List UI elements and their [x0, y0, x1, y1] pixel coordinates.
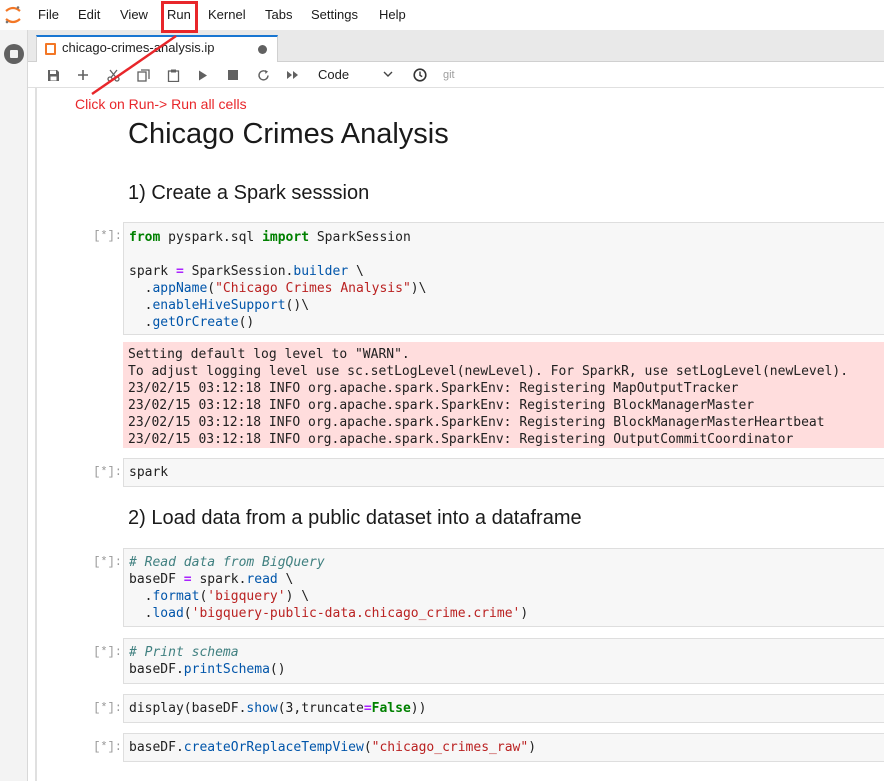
output-line: 23/02/15 03:12:18 INFO org.apache.spark.…: [128, 415, 825, 430]
paste-icon[interactable]: [164, 66, 182, 84]
cell-prompt: [*]:: [93, 555, 122, 569]
cut-icon[interactable]: [104, 66, 122, 84]
annotation-text: Click on Run-> Run all cells: [75, 96, 247, 112]
code-line: baseDF = spark.read \: [129, 572, 294, 587]
code-line: .format('bigquery') \: [129, 589, 310, 604]
git-label: git: [443, 69, 455, 81]
running-kernels-icon[interactable]: [4, 44, 24, 64]
code-line: baseDF.createOrReplaceTempView("chicago_…: [129, 740, 537, 755]
code-cell-5[interactable]: display(baseDF.show(3,truncate=False)): [123, 694, 884, 723]
chevron-down-icon[interactable]: [383, 65, 393, 85]
run-menu-highlight: [161, 1, 198, 33]
output-line: 23/02/15 03:12:18 INFO org.apache.spark.…: [128, 398, 755, 413]
restart-kernel-icon[interactable]: [254, 66, 272, 84]
run-cell-icon[interactable]: [194, 66, 212, 84]
code-cell-4[interactable]: # Print schema baseDF.printSchema(): [123, 638, 884, 684]
code-line: from pyspark.sql import SparkSession: [129, 230, 411, 245]
copy-icon[interactable]: [134, 66, 152, 84]
menu-edit[interactable]: Edit: [78, 0, 100, 30]
tab-bar: chicago-crimes-analysis.ip: [28, 30, 884, 62]
cell-prompt: [*]:: [93, 740, 122, 754]
code-comment: # Print schema: [129, 645, 239, 660]
unsaved-indicator-icon[interactable]: [258, 45, 267, 54]
section-heading-2: 2) Load data from a public dataset into …: [128, 507, 582, 529]
code-comment: # Read data from BigQuery: [129, 555, 325, 570]
code-line: spark = SparkSession.builder \: [129, 264, 364, 279]
menu-file[interactable]: File: [38, 0, 59, 30]
output-line: To adjust logging level use sc.setLogLev…: [128, 364, 849, 379]
code-line: .load('bigquery-public-data.chicago_crim…: [129, 606, 529, 621]
code-cell-6[interactable]: baseDF.createOrReplaceTempView("chicago_…: [123, 733, 884, 762]
jupyter-logo-icon: [5, 6, 21, 24]
menu-settings[interactable]: Settings: [311, 0, 358, 30]
menu-tabs[interactable]: Tabs: [265, 0, 292, 30]
code-cell-3[interactable]: # Read data from BigQuery baseDF = spark…: [123, 548, 884, 627]
code-line: display(baseDF.show(3,truncate=False)): [129, 701, 427, 716]
cell-prompt: [*]:: [93, 701, 122, 715]
notebook-tab-label: chicago-crimes-analysis.ip: [62, 40, 215, 55]
stop-kernel-icon[interactable]: [224, 66, 242, 84]
output-line: Setting default log level to "WARN".: [128, 347, 410, 362]
notebook-title: Chicago Crimes Analysis: [128, 118, 449, 150]
menu-kernel[interactable]: Kernel: [208, 0, 246, 30]
code-line: baseDF.printSchema(): [129, 662, 286, 677]
output-line: 23/02/15 03:12:18 INFO org.apache.spark.…: [128, 432, 794, 447]
left-sidebar: [0, 30, 28, 781]
code-cell-1[interactable]: from pyspark.sql import SparkSession spa…: [123, 222, 884, 335]
code-line: .getOrCreate(): [129, 315, 255, 330]
notebook-toolbar: Code git: [28, 62, 884, 88]
cell-output-stderr: Setting default log level to "WARN". To …: [123, 342, 884, 448]
cell-prompt: [*]:: [93, 229, 122, 243]
menu-view[interactable]: View: [120, 0, 148, 30]
section-heading-1: 1) Create a Spark sesssion: [128, 182, 370, 204]
cell-prompt: [*]:: [93, 645, 122, 659]
code-line: .appName("Chicago Crimes Analysis")\: [129, 281, 427, 296]
code-cell-2[interactable]: spark: [123, 458, 884, 487]
notebook-tab[interactable]: chicago-crimes-analysis.ip: [36, 35, 278, 62]
active-cell-bar: [35, 88, 37, 781]
add-cell-icon[interactable]: [74, 66, 92, 84]
code-line: .enableHiveSupport()\: [129, 298, 310, 313]
code-line: spark: [129, 465, 169, 480]
menu-bar: File Edit View Run Kernel Tabs Settings …: [0, 0, 884, 30]
save-icon[interactable]: [44, 66, 62, 84]
cell-prompt: [*]:: [93, 465, 122, 479]
run-all-icon[interactable]: [284, 66, 302, 84]
output-line: 23/02/15 03:12:18 INFO org.apache.spark.…: [128, 381, 739, 396]
clock-icon[interactable]: [411, 66, 429, 84]
notebook-icon: [45, 43, 56, 55]
menu-help[interactable]: Help: [379, 0, 406, 30]
